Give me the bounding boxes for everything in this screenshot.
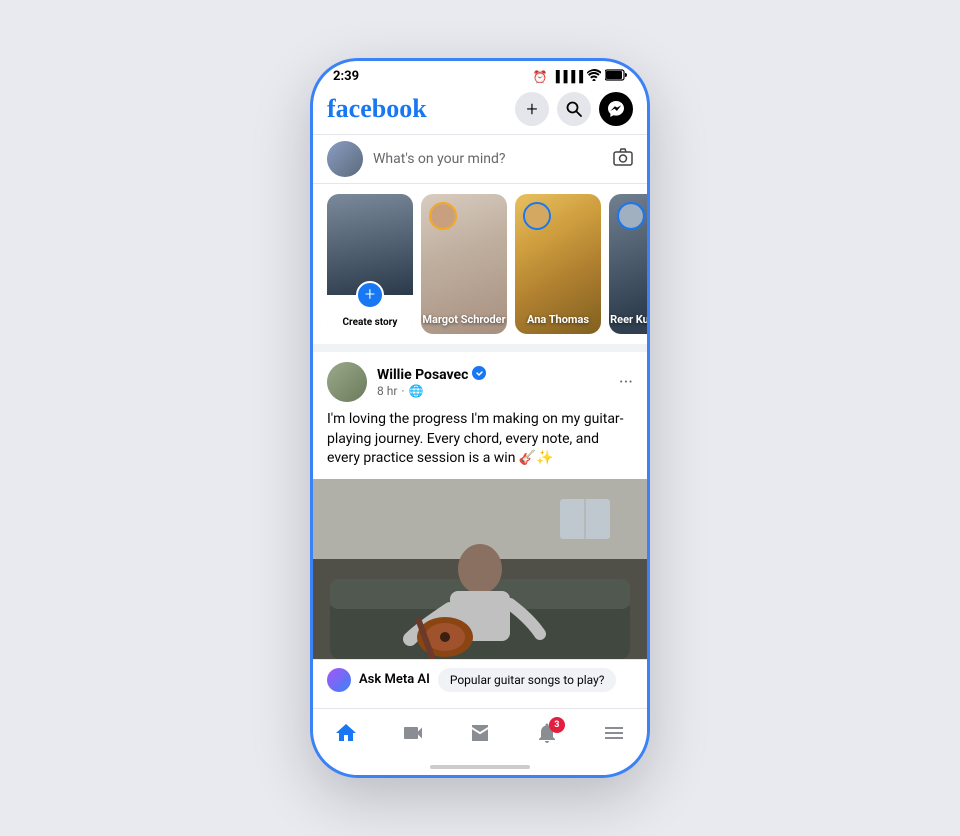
camera-icon[interactable] — [613, 148, 633, 171]
header-icons: + — [515, 92, 633, 126]
status-time: 2:39 — [333, 69, 359, 84]
story-card-ana[interactable]: Ana Thomas — [515, 194, 601, 334]
post-image — [313, 479, 647, 659]
home-indicator — [430, 765, 530, 769]
nav-marketplace[interactable] — [458, 717, 502, 755]
home-icon — [334, 721, 358, 751]
alarm-icon: ⏰ — [533, 70, 548, 84]
status-bar: 2:39 ⏰ ▐▐▐▐ — [313, 61, 647, 88]
post-text: I'm loving the progress I'm making on my… — [327, 410, 633, 469]
meta-ai-icon — [327, 668, 351, 692]
verified-icon — [472, 366, 486, 384]
stories-row: + Create story Margot Schroder — [313, 184, 647, 344]
wifi-icon — [587, 69, 601, 84]
phone-shell: 2:39 ⏰ ▐▐▐▐ facebook + — [310, 58, 650, 778]
fb-header: facebook + — [313, 88, 647, 134]
margot-avatar — [429, 202, 457, 230]
search-button[interactable] — [557, 92, 591, 126]
user-avatar — [327, 141, 363, 177]
post-author: Willie Posavec 8 hr · 🌐 — [327, 362, 486, 402]
meta-ai-label[interactable]: Ask Meta AI — [359, 672, 430, 687]
reer-avatar — [617, 202, 645, 230]
more-button[interactable]: ··· — [619, 372, 633, 393]
phone-screen: 2:39 ⏰ ▐▐▐▐ facebook + — [313, 61, 647, 775]
post-placeholder[interactable]: What's on your mind? — [373, 151, 603, 167]
messenger-button[interactable] — [599, 92, 633, 126]
ana-label: Ana Thomas — [515, 313, 601, 326]
nav-menu[interactable] — [592, 717, 636, 755]
create-story-label: Create story — [343, 317, 398, 328]
meta-ai-suggestion[interactable]: Popular guitar songs to play? — [438, 668, 617, 692]
notification-badge: 3 — [549, 717, 565, 733]
battery-icon — [605, 69, 627, 84]
author-name: Willie Posavec — [377, 366, 486, 384]
status-icons: ⏰ ▐▐▐▐ — [533, 69, 627, 84]
story-card-margot[interactable]: Margot Schroder — [421, 194, 507, 334]
post-meta: 8 hr · 🌐 — [377, 384, 486, 398]
post-box[interactable]: What's on your mind? — [313, 134, 647, 184]
feed-post: Willie Posavec 8 hr · 🌐 ··· I — [313, 344, 647, 659]
story-card-create[interactable]: + Create story — [327, 194, 413, 334]
signal-icon: ▐▐▐▐ — [552, 70, 583, 83]
globe-icon: 🌐 — [409, 384, 424, 398]
nav-home[interactable] — [324, 717, 368, 755]
author-avatar — [327, 362, 367, 402]
marketplace-icon — [468, 721, 492, 751]
facebook-logo: facebook — [327, 94, 427, 124]
story-card-reer[interactable]: Reer Kum... — [609, 194, 647, 334]
ana-avatar — [523, 202, 551, 230]
reer-label: Reer Kum... — [609, 313, 647, 326]
post-header: Willie Posavec 8 hr · 🌐 ··· — [327, 362, 633, 402]
menu-icon — [602, 721, 626, 751]
video-icon — [401, 721, 425, 751]
margot-label: Margot Schroder — [421, 313, 507, 326]
nav-video[interactable] — [391, 717, 435, 755]
author-info: Willie Posavec 8 hr · 🌐 — [377, 366, 486, 398]
create-story-plus: + — [356, 281, 384, 309]
meta-ai-bar: Ask Meta AI Popular guitar songs to play… — [313, 659, 647, 700]
nav-notifications[interactable]: 3 — [525, 717, 569, 755]
add-button[interactable]: + — [515, 92, 549, 126]
